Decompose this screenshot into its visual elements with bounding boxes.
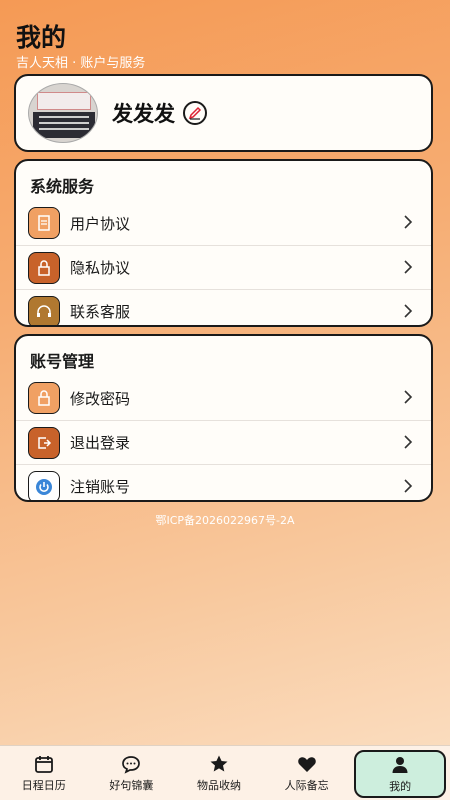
row-label: 用户协议	[70, 214, 131, 233]
change-password-row[interactable]: 修改密码	[16, 376, 431, 420]
chevron-right-icon	[404, 304, 413, 318]
tab-quotes[interactable]: 好句锦囊	[88, 746, 176, 800]
calendar-icon	[34, 755, 53, 773]
star-icon	[210, 755, 228, 771]
avatar[interactable]	[28, 83, 98, 143]
document-icon	[28, 207, 60, 239]
chevron-right-icon	[404, 479, 413, 493]
tab-mine[interactable]: 我的	[354, 750, 446, 798]
tab-calendar[interactable]: 日程日历	[0, 746, 88, 800]
row-label: 注销账号	[70, 478, 131, 496]
section-title: 系统服务	[30, 177, 95, 196]
power-icon	[28, 470, 60, 500]
chevron-right-icon	[404, 260, 413, 274]
tab-label: 日程日历	[21, 778, 66, 792]
row-label: 隐私协议	[70, 259, 131, 277]
user-agreement-row[interactable]: 用户协议	[16, 201, 431, 245]
person-icon	[392, 756, 408, 773]
row-label: 退出登录	[70, 434, 131, 452]
chevron-right-icon	[404, 215, 413, 229]
contact-support-row[interactable]: 联系客服	[16, 289, 431, 325]
lock-icon	[28, 382, 60, 414]
headset-icon	[28, 295, 60, 325]
delete-account-row[interactable]: 注销账号	[16, 464, 431, 500]
chevron-right-icon	[404, 435, 413, 449]
tab-label: 好句锦囊	[109, 778, 154, 792]
system-services-section: 系统服务 用户协议 隐私协议 联系客服	[14, 159, 433, 327]
section-title: 账号管理	[30, 352, 95, 371]
lock-icon	[28, 251, 60, 284]
icp-label[interactable]: 鄂ICP备2026022967号-2A	[0, 512, 450, 528]
edit-icon[interactable]	[183, 101, 207, 125]
page-title: 我的	[16, 23, 67, 52]
profile-card[interactable]: 发发发	[14, 74, 433, 152]
chevron-right-icon	[404, 390, 413, 404]
profile-name: 发发发	[112, 102, 175, 126]
tab-label: 我的	[389, 779, 412, 793]
logout-icon	[28, 426, 60, 459]
account-section: 账号管理 修改密码 退出登录 注销账号	[14, 334, 433, 502]
privacy-policy-row[interactable]: 隐私协议	[16, 245, 431, 289]
bottom-tab-bar: 日程日历 好句锦囊 物品收纳 人际备忘 我的	[0, 745, 450, 800]
tab-storage[interactable]: 物品收纳	[175, 746, 263, 800]
row-label: 修改密码	[70, 389, 131, 408]
tab-label: 物品收纳	[196, 778, 241, 792]
heart-icon	[297, 756, 316, 772]
page-subtitle: 吉人天相 · 账户与服务	[16, 56, 146, 71]
row-label: 联系客服	[70, 303, 131, 321]
tab-contacts[interactable]: 人际备忘	[263, 746, 351, 800]
tab-label: 人际备忘	[284, 778, 329, 792]
logout-row[interactable]: 退出登录	[16, 420, 431, 464]
chat-icon	[122, 755, 141, 774]
